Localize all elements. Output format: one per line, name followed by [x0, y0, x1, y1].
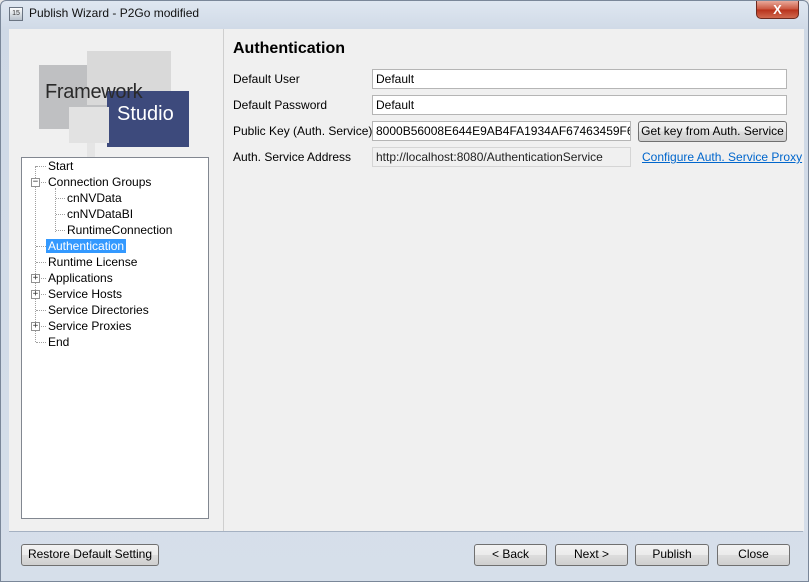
tree-item-label: End: [48, 335, 70, 349]
window-title: Publish Wizard - P2Go modified: [29, 6, 200, 20]
tree-item-label: Start: [48, 159, 74, 173]
tree-item-service-directories[interactable]: Service Directories: [46, 303, 151, 317]
tree-item-cnnvdata[interactable]: cnNVData: [65, 191, 124, 205]
next-button[interactable]: Next >: [555, 544, 628, 566]
tree-item-label: Service Directories: [48, 303, 149, 317]
tree-item-label: Authentication: [46, 239, 127, 253]
tree-connector: [36, 246, 46, 247]
publish-wizard-window: 15 Publish Wizard - P2Go modified X Fram…: [0, 0, 809, 582]
framework-studio-logo: Framework Studio: [39, 51, 189, 169]
tree-connector: [56, 198, 65, 199]
expand-icon[interactable]: +: [31, 322, 40, 331]
tree-item-label: RuntimeConnection: [67, 223, 173, 237]
title-bar[interactable]: 15 Publish Wizard - P2Go modified X: [1, 1, 808, 27]
authentication-panel: Authentication Default User Default Defa…: [223, 29, 804, 531]
tree-item-label: Service Hosts: [48, 287, 123, 301]
wizard-app-icon: 15: [9, 7, 23, 21]
auth-service-address-label: Auth. Service Address: [233, 150, 352, 164]
tree-item-runtimeconnection[interactable]: RuntimeConnection: [65, 223, 174, 237]
tree-item-start[interactable]: Start: [46, 159, 75, 173]
public-key-label: Public Key (Auth. Service): [233, 124, 373, 138]
tree-connector: [36, 166, 46, 167]
default-password-field[interactable]: Default: [372, 95, 787, 115]
tree-connector: [36, 262, 46, 263]
tree-connector: [36, 342, 46, 343]
tree-item-end[interactable]: End: [46, 335, 71, 349]
back-button[interactable]: < Back: [474, 544, 547, 566]
tree-item-runtime-license[interactable]: Runtime License: [46, 255, 139, 269]
tree-connector: [56, 214, 65, 215]
configure-auth-proxy-link[interactable]: Configure Auth. Service Proxy: [642, 150, 802, 164]
page-title: Authentication: [233, 40, 345, 57]
footer-divider: [9, 531, 803, 532]
window-close-button[interactable]: X: [756, 1, 799, 19]
tree-connector: [56, 230, 65, 231]
wizard-steps-tree[interactable]: Start − Connection Groups cnNVData cnNVD…: [21, 157, 209, 519]
logo-square: [69, 107, 109, 143]
logo-text-studio: Studio: [117, 103, 174, 125]
tree-item-label: Service Proxies: [48, 319, 132, 333]
expand-icon[interactable]: +: [31, 274, 40, 283]
tree-connector: [36, 310, 46, 311]
tree-item-connection-groups[interactable]: Connection Groups: [46, 175, 153, 189]
tree-item-label: cnNVData: [67, 191, 122, 205]
tree-connector: [35, 166, 36, 342]
publish-button[interactable]: Publish: [635, 544, 709, 566]
public-key-field[interactable]: 8000B56008E644E9AB4FA1934AF67463459F6C10…: [372, 121, 631, 141]
tree-item-applications[interactable]: Applications: [46, 271, 115, 285]
wizard-footer: Restore Default Setting < Back Next > Pu…: [1, 533, 808, 581]
restore-default-button[interactable]: Restore Default Setting: [21, 544, 159, 566]
tree-item-label: Runtime License: [48, 255, 138, 269]
default-user-label: Default User: [233, 72, 300, 86]
default-user-field[interactable]: Default: [372, 69, 787, 89]
default-password-label: Default Password: [233, 98, 328, 112]
logo-text-framework: Framework: [45, 81, 143, 103]
tree-item-label: Connection Groups: [48, 175, 152, 189]
tree-item-label: cnNVDataBI: [67, 207, 134, 221]
collapse-icon[interactable]: −: [31, 178, 40, 187]
tree-connector: [55, 188, 56, 232]
get-key-button[interactable]: Get key from Auth. Service: [638, 121, 787, 142]
tree-item-service-hosts[interactable]: Service Hosts: [46, 287, 124, 301]
tree-item-service-proxies[interactable]: Service Proxies: [46, 319, 133, 333]
close-button[interactable]: Close: [717, 544, 790, 566]
left-panel: Framework Studio Start − Connection Grou…: [9, 29, 223, 531]
auth-service-address-field[interactable]: http://localhost:8080/AuthenticationServ…: [372, 147, 631, 167]
expand-icon[interactable]: +: [31, 290, 40, 299]
tree-item-authentication[interactable]: Authentication: [46, 239, 127, 253]
tree-item-cnnvdatabi[interactable]: cnNVDataBI: [65, 207, 135, 221]
tree-item-label: Applications: [48, 271, 113, 285]
